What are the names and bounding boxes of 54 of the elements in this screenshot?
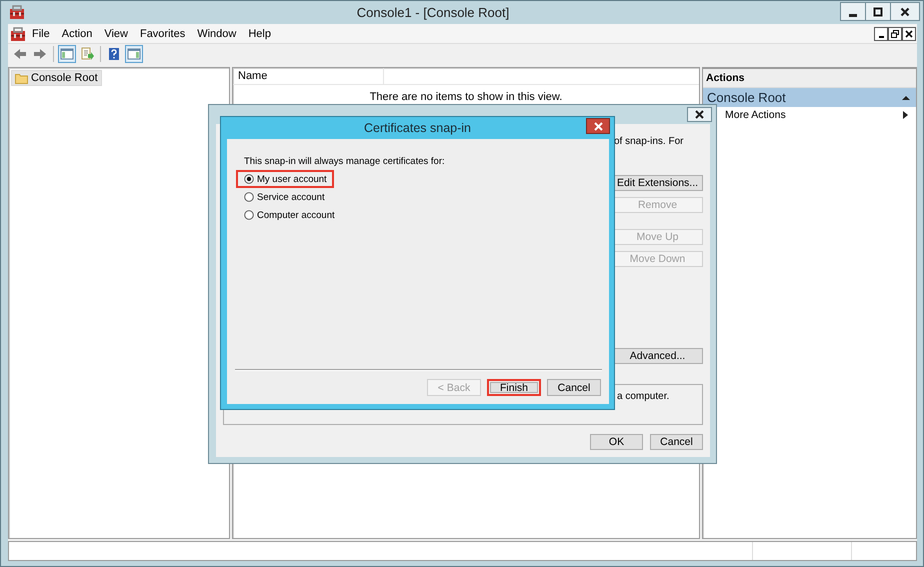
window-title: Console1 - [Console Root] [356,4,510,20]
close-button[interactable] [902,26,916,40]
actions-section-header[interactable]: Console Root [703,88,916,107]
dialog-title: Certificates snap-in [363,121,472,135]
description-text: a computer. [617,391,670,404]
close-button[interactable] [890,2,920,21]
help-icon [107,47,121,61]
maximize-button[interactable] [865,2,891,21]
close-button[interactable] [586,118,610,134]
close-icon [594,122,602,130]
dialog-button[interactable]: Advanced... [612,348,703,364]
actions-header: Actions [703,69,916,88]
back-arrow-icon [13,47,27,61]
radio-option[interactable]: My user account [236,170,334,188]
prompt-text: This snap-in will always manage certificates for: [244,156,446,167]
dialog-button[interactable]: OK [590,434,643,450]
menu-item[interactable]: Action [56,28,98,40]
wizard-button[interactable]: Cancel [547,379,601,396]
close-icon [900,6,910,16]
menu-item[interactable]: View [98,28,134,40]
toolbar-button[interactable] [125,45,143,63]
minimize-icon [878,36,884,38]
wizard-button[interactable]: Finish [487,379,541,396]
menu-item[interactable]: Window [191,28,242,40]
radio-option[interactable]: Service account [236,188,332,206]
menu-item[interactable]: File [26,28,56,40]
maximize-icon [873,6,883,16]
restore-icon [891,30,899,38]
folder-icon [15,72,28,84]
pane-toggle-icon [127,47,141,61]
radio-option[interactable]: Computer account [236,206,342,224]
minimize-icon [849,14,857,16]
dialog-button[interactable]: Cancel [650,434,703,450]
close-icon [905,30,913,38]
restore-button[interactable] [888,26,902,40]
section-title: Console Root [707,90,786,105]
close-icon [695,110,704,119]
empty-message: There are no items to show in this view. [370,91,562,103]
minimize-button[interactable] [874,26,888,40]
close-button[interactable] [687,107,712,122]
toolbar-button[interactable] [58,45,76,63]
menu-item[interactable]: Help [242,28,277,40]
toolbox-icon[interactable] [10,26,26,42]
tree-item[interactable]: Console Root [11,70,102,86]
toolbox-icon [9,4,25,20]
action-link[interactable]: More Actions [725,109,786,121]
column-header[interactable]: Name [233,68,384,84]
forward-arrow-icon [33,47,47,61]
minimize-button[interactable] [840,2,866,21]
dialog-button[interactable]: Edit Extensions... [612,175,703,191]
export-icon [80,47,94,61]
collapse-arrow-icon[interactable] [902,94,910,100]
pane-toggle-icon [60,47,74,61]
menu-item[interactable]: Favorites [134,28,192,40]
